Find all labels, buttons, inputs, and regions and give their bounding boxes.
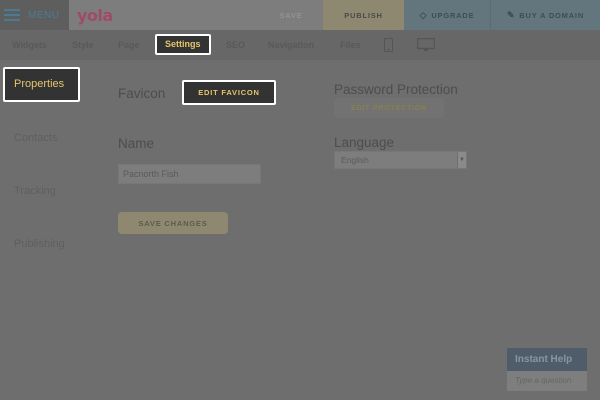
upgrade-label: UPGRADE	[431, 10, 475, 20]
tab-style[interactable]: Style	[72, 30, 94, 60]
publish-button[interactable]: PUBLISH	[323, 0, 404, 30]
name-label: Name	[118, 136, 155, 151]
chevron-down-icon: ▼	[457, 152, 466, 168]
edit-favicon-button[interactable]: EDIT FAVICON	[182, 80, 276, 105]
upgrade-button[interactable]: ◇ UPGRADE	[404, 0, 490, 30]
sidebar-item-contacts[interactable]: Contacts	[14, 132, 57, 144]
editor-nav: Widgets Style Page Settings SEO Navigati…	[0, 30, 600, 60]
menu-button[interactable]: MENU	[0, 0, 69, 30]
top-bar: MENU yola SAVE PUBLISH ◇ UPGRADE ✎ BUY A…	[0, 0, 600, 30]
language-select[interactable]: English ▼	[334, 151, 467, 169]
menu-label: MENU	[28, 9, 60, 21]
sidebar-item-publishing[interactable]: Publishing	[14, 238, 65, 250]
tab-widgets[interactable]: Widgets	[12, 30, 47, 60]
publish-label: PUBLISH	[344, 10, 383, 20]
hamburger-icon	[4, 9, 20, 21]
buy-domain-label: BUY A DOMAIN	[519, 10, 585, 20]
favicon-label: Favicon	[118, 86, 166, 101]
pin-icon: ✎	[506, 9, 516, 20]
name-input[interactable]: Pacnorth Fish	[118, 164, 261, 184]
save-button[interactable]: SAVE	[259, 0, 323, 30]
tab-seo[interactable]: SEO	[226, 30, 245, 60]
tab-settings[interactable]: Settings	[155, 34, 211, 55]
save-label: SAVE	[279, 10, 303, 20]
edit-protection-button[interactable]: EDIT PROTECTION	[334, 98, 444, 118]
tab-navigation[interactable]: Navigation	[268, 30, 314, 60]
help-question-input[interactable]: Type a question	[507, 371, 587, 391]
buy-domain-button[interactable]: ✎ BUY A DOMAIN	[490, 0, 600, 30]
sidebar-item-properties[interactable]: Properties	[3, 67, 80, 102]
mobile-view-icon[interactable]	[384, 38, 393, 57]
tab-page[interactable]: Page	[118, 30, 140, 60]
password-protection-label: Password Protection	[334, 82, 458, 97]
language-value: English	[341, 155, 369, 165]
yola-logo: yola	[77, 5, 113, 25]
diamond-icon: ◇	[419, 9, 428, 20]
tab-files[interactable]: Files	[340, 30, 361, 60]
sidebar-item-tracking[interactable]: Tracking	[14, 185, 56, 197]
logo-area: yola	[69, 0, 259, 30]
desktop-view-icon[interactable]	[416, 37, 436, 57]
save-changes-button[interactable]: SAVE CHANGES	[118, 212, 228, 234]
language-label: Language	[334, 135, 395, 150]
instant-help-title[interactable]: Instant Help	[507, 348, 587, 371]
